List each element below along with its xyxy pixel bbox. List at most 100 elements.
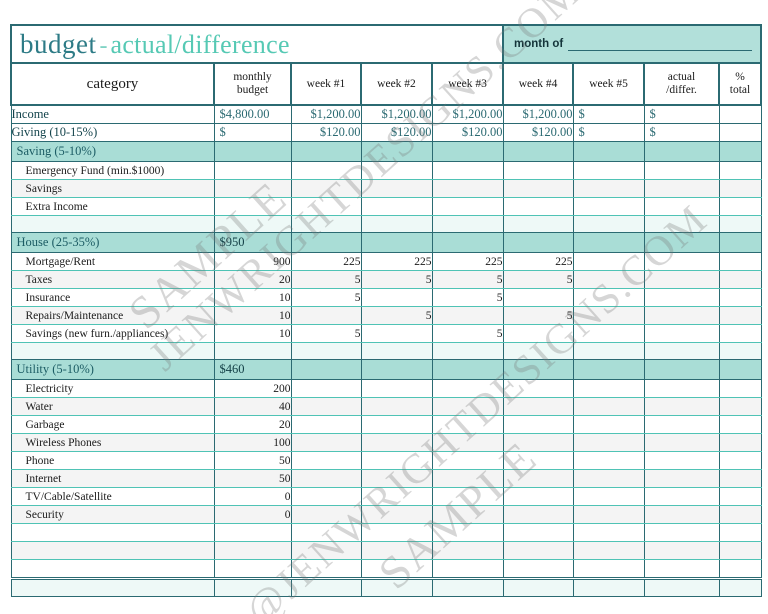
cell-pct-total[interactable] [718,433,762,452]
category-cell[interactable]: Internet [10,469,215,488]
cell-week-5[interactable] [572,541,645,560]
cell-pct-total[interactable] [718,505,762,524]
cell-week-3[interactable] [431,306,504,325]
cell-week-4[interactable] [502,359,574,380]
cell-monthly-budget[interactable]: 900 [213,252,292,271]
cell-week-4[interactable] [502,451,574,470]
cell-actual-differ[interactable] [643,559,720,579]
cell-actual-differ[interactable] [643,141,720,162]
cell-week-2[interactable]: 5 [360,270,433,289]
section-header-row[interactable]: House (25-35%) $950 [10,232,762,253]
cell-week-5[interactable] [572,306,645,325]
cell-week-1[interactable] [290,306,362,325]
cell-week-3[interactable] [431,379,504,398]
category-cell[interactable]: Giving (10-15%) [10,123,215,142]
cell-monthly-budget[interactable]: 40 [213,397,292,416]
cell-week-3[interactable] [431,433,504,452]
cell-week-4[interactable] [502,288,574,307]
cell-week-2[interactable] [360,415,433,434]
cell-week-5[interactable] [572,197,645,216]
cell-week-2[interactable] [360,487,433,506]
budget-row[interactable]: Giving (10-15%) $ $120.00 $120.00 $120.00 $12… [10,123,762,142]
budget-row[interactable]: Garbage 20 [10,415,762,434]
cell-monthly-budget[interactable] [213,161,292,180]
cell-week-5[interactable] [572,179,645,198]
category-cell[interactable]: TV/Cable/Satellite [10,487,215,506]
budget-row[interactable] [10,559,762,579]
cell-week-5[interactable] [572,397,645,416]
cell-week-1[interactable]: $120.00 [290,123,362,142]
cell-week-3[interactable] [431,179,504,198]
cell-week-1[interactable] [290,179,362,198]
cell-week-3[interactable] [431,232,504,253]
cell-week-4[interactable] [502,324,574,343]
category-cell[interactable]: Electricity [10,379,215,398]
cell-monthly-budget[interactable] [213,141,292,162]
cell-pct-total[interactable] [718,379,762,398]
cell-week-1[interactable] [290,541,362,560]
category-cell[interactable]: Savings (new furn./appliances) [10,324,215,343]
cell-week-2[interactable] [360,141,433,162]
cell-week-3[interactable]: 225 [431,252,504,271]
cell-monthly-budget[interactable]: 20 [213,270,292,289]
cell-week-1[interactable] [290,397,362,416]
cell-week-3[interactable] [431,451,504,470]
category-cell[interactable]: Wireless Phones [10,433,215,452]
cell-week-2[interactable]: $120.00 [360,123,433,142]
cell-week-4[interactable] [502,232,574,253]
cell-week-2[interactable] [360,232,433,253]
cell-week-5[interactable]: $ [572,123,645,142]
cell-monthly-budget[interactable] [213,179,292,198]
cell-pct-total[interactable] [718,123,762,142]
cell-week-5[interactable] [572,252,645,271]
cell-week-3[interactable] [431,359,504,380]
category-cell[interactable]: Insurance [10,288,215,307]
cell-week-5[interactable] [572,379,645,398]
section-header-row[interactable]: Utility (5-10%) $460 [10,359,762,380]
cell-actual-differ[interactable] [643,324,720,343]
cell-week-2[interactable] [360,359,433,380]
cell-pct-total[interactable] [718,487,762,506]
cell-monthly-budget[interactable]: 10 [213,324,292,343]
cell-week-4[interactable] [502,379,574,398]
cell-pct-total[interactable] [718,541,762,560]
cell-monthly-budget[interactable]: $460 [213,359,292,380]
category-cell[interactable]: Saving (5-10%) [10,141,215,162]
cell-monthly-budget[interactable]: 50 [213,469,292,488]
cell-actual-differ[interactable] [643,270,720,289]
budget-row[interactable]: Electricity 200 [10,379,762,398]
category-cell[interactable]: Extra Income [10,197,215,216]
cell-monthly-budget[interactable] [213,541,292,560]
month-of-field[interactable]: month of [502,24,763,64]
section-header-row[interactable]: Saving (5-10%) [10,141,762,162]
cell-pct-total[interactable] [718,324,762,343]
cell-week-4[interactable]: 5 [502,306,574,325]
cell-week-2[interactable]: $1,200.00 [360,104,433,124]
cell-week-3[interactable] [431,161,504,180]
budget-row[interactable]: Insurance 10 5 5 [10,288,762,307]
cell-week-1[interactable]: 5 [290,270,362,289]
cell-week-2[interactable] [360,179,433,198]
cell-week-3[interactable] [431,541,504,560]
cell-week-5[interactable] [572,161,645,180]
cell-monthly-budget[interactable]: $4,800.00 [213,104,292,124]
cell-week-2[interactable] [360,288,433,307]
budget-row[interactable] [10,541,762,560]
category-cell[interactable] [10,541,215,560]
cell-monthly-budget[interactable]: 10 [213,306,292,325]
cell-pct-total[interactable] [718,252,762,271]
cell-week-5[interactable] [572,141,645,162]
cell-week-4[interactable] [502,141,574,162]
cell-week-5[interactable] [572,288,645,307]
cell-week-5[interactable] [572,415,645,434]
cell-week-3[interactable] [431,505,504,524]
cell-week-1[interactable] [290,433,362,452]
cell-week-1[interactable] [290,487,362,506]
cell-week-3[interactable] [431,487,504,506]
cell-week-3[interactable] [431,469,504,488]
cell-week-4[interactable]: 5 [502,270,574,289]
cell-week-3[interactable] [431,523,504,542]
budget-row[interactable]: Phone 50 [10,451,762,470]
budget-row[interactable]: Internet 50 [10,469,762,488]
cell-week-5[interactable] [572,469,645,488]
